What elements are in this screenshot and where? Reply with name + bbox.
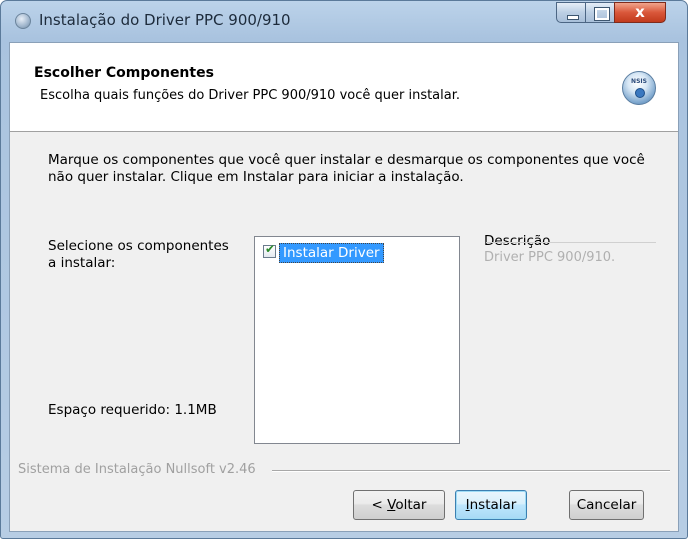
component-label[interactable]: Instalar Driver [279, 243, 384, 263]
back-button-prefix: < [371, 497, 388, 513]
install-button[interactable]: Instalar [455, 490, 527, 520]
components-list[interactable]: ✔ Instalar Driver [254, 236, 460, 444]
install-button-rest: nstalar [469, 497, 517, 513]
back-button[interactable]: < Voltar [353, 490, 445, 520]
maximize-icon [594, 7, 610, 21]
dialog-client-area: Escolher Componentes Escolha quais funçõ… [9, 42, 679, 532]
description-divider [486, 242, 656, 243]
nullsoft-branding: Sistema de Instalação Nullsoft v2.46 [18, 462, 260, 477]
minimize-icon [567, 15, 579, 20]
minimize-button[interactable] [556, 2, 586, 23]
description-title: Descrição [484, 233, 551, 249]
checkmark-icon: ✔ [265, 242, 276, 256]
select-components-label: Selecione os componentes a instalar: [48, 238, 229, 271]
back-button-rest: oltar [395, 497, 427, 513]
footer-divider [272, 470, 670, 472]
component-checkbox[interactable]: ✔ [263, 242, 276, 258]
close-icon: x [635, 3, 645, 21]
instructions-text: Marque os componentes que você quer inst… [48, 152, 645, 185]
maximize-button[interactable] [585, 2, 615, 23]
space-required-label: Espaço requerido: 1.1MB [48, 402, 217, 418]
page-title: Escolher Componentes [34, 65, 214, 81]
nsis-logo-icon: NSIS [622, 71, 656, 105]
close-button[interactable]: x [614, 2, 666, 23]
window-title: Instalação do Driver PPC 900/910 [39, 11, 291, 29]
page-subtitle: Escolha quais funções do Driver PPC 900/… [40, 88, 461, 103]
page-header: Escolher Componentes Escolha quais funçõ… [10, 43, 678, 132]
installer-window: Instalação do Driver PPC 900/910 x Escol… [0, 0, 688, 539]
description-text: Driver PPC 900/910. [484, 250, 616, 265]
title-bar[interactable]: Instalação do Driver PPC 900/910 x [1, 1, 687, 41]
logo-arrow-icon [635, 88, 645, 98]
installer-icon [15, 13, 31, 29]
logo-text: NSIS [631, 78, 647, 85]
cancel-button[interactable]: Cancelar [569, 490, 644, 520]
